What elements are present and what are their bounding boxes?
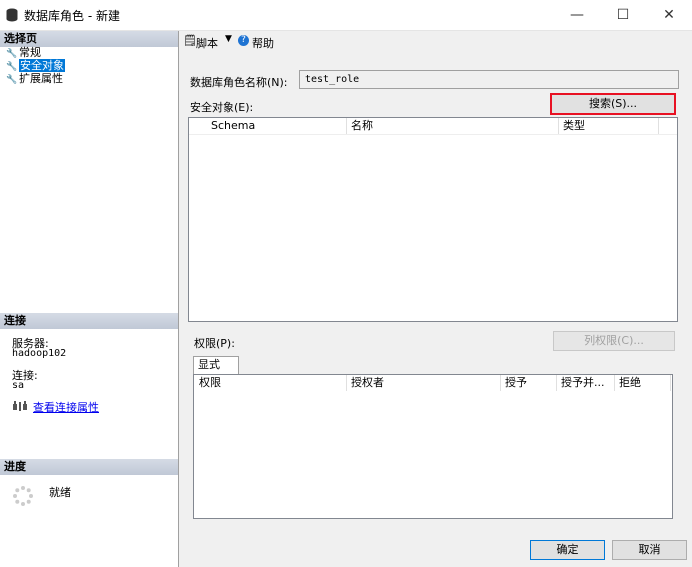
progress-header: 进度 — [0, 459, 178, 475]
connection-header: 连接 — [0, 313, 178, 329]
progress-spinner-icon — [13, 486, 33, 506]
view-connection-properties-link[interactable]: 查看连接属性 — [33, 399, 99, 415]
nav-item-general[interactable]: 🔧 常规 — [6, 47, 41, 60]
cancel-button[interactable]: 取消 — [612, 540, 687, 560]
nav-item-extended-properties[interactable]: 🔧 扩展属性 — [6, 73, 63, 86]
column-header-grant[interactable]: 授予 — [501, 375, 557, 391]
column-header-type[interactable]: 类型 — [559, 118, 659, 134]
title-bar: 数据库角色 - 新建 — ☐ ✕ — [0, 0, 692, 31]
wrench-icon: 🔧 — [6, 75, 18, 85]
column-header-name[interactable]: 名称 — [347, 118, 559, 134]
role-name-input[interactable]: test_role — [299, 70, 679, 89]
connection-value: sa — [12, 380, 25, 391]
script-icon: 🗒 — [183, 34, 197, 47]
column-permissions-button[interactable]: 列权限(C)... — [553, 331, 675, 351]
permissions-label: 权限(P): — [194, 337, 235, 350]
tab-explicit[interactable]: 显式 — [193, 356, 239, 374]
nav-item-securables[interactable]: 🔧 安全对象 — [6, 59, 65, 72]
role-name-label: 数据库角色名称(N): — [190, 76, 288, 89]
maximize-button[interactable]: ☐ — [600, 0, 646, 30]
column-header-grantor[interactable]: 授权者 — [347, 375, 501, 391]
wrench-icon: 🔧 — [6, 62, 18, 72]
minimize-button[interactable]: — — [554, 0, 600, 30]
server-value: hadoop102 — [12, 348, 67, 359]
select-page-header: 选择页 — [0, 31, 178, 47]
database-icon — [6, 8, 18, 22]
left-pane: 选择页 🔧 常规 🔧 安全对象 🔧 扩展属性 连接 服务器: hadoop102 连接… — [0, 31, 179, 567]
window-title: 数据库角色 - 新建 — [24, 9, 120, 23]
securables-header-row: Schema 名称 类型 — [189, 118, 677, 135]
search-button[interactable]: 搜索(S)... — [550, 93, 676, 115]
script-button[interactable]: 脚本 — [196, 35, 218, 51]
help-button[interactable]: 帮助 — [252, 35, 274, 51]
column-header-with-grant[interactable]: 授予并... — [557, 375, 615, 391]
securables-label: 安全对象(E): — [190, 101, 254, 114]
close-button[interactable]: ✕ — [646, 0, 692, 30]
ok-button[interactable]: 确定 — [530, 540, 605, 560]
progress-status: 就绪 — [49, 486, 71, 499]
help-icon[interactable]: ? — [238, 35, 249, 46]
chevron-down-icon[interactable]: ▼ — [225, 34, 232, 44]
permissions-header-row: 权限 授权者 授予 授予并... 拒绝 — [194, 375, 672, 391]
role-name-value: test_role — [305, 74, 360, 85]
column-header-permission[interactable]: 权限 — [195, 375, 347, 391]
securables-grid[interactable]: Schema 名称 类型 — [188, 117, 678, 322]
toolbar: 🗒 脚本 ▼ ? 帮助 — [179, 31, 692, 51]
column-header-schema[interactable]: Schema — [207, 118, 347, 134]
wrench-icon: 🔧 — [6, 49, 18, 59]
column-header-deny[interactable]: 拒绝 — [615, 375, 671, 391]
connection-properties-icon — [13, 401, 27, 411]
permissions-grid[interactable]: 权限 授权者 授予 授予并... 拒绝 — [193, 374, 673, 519]
